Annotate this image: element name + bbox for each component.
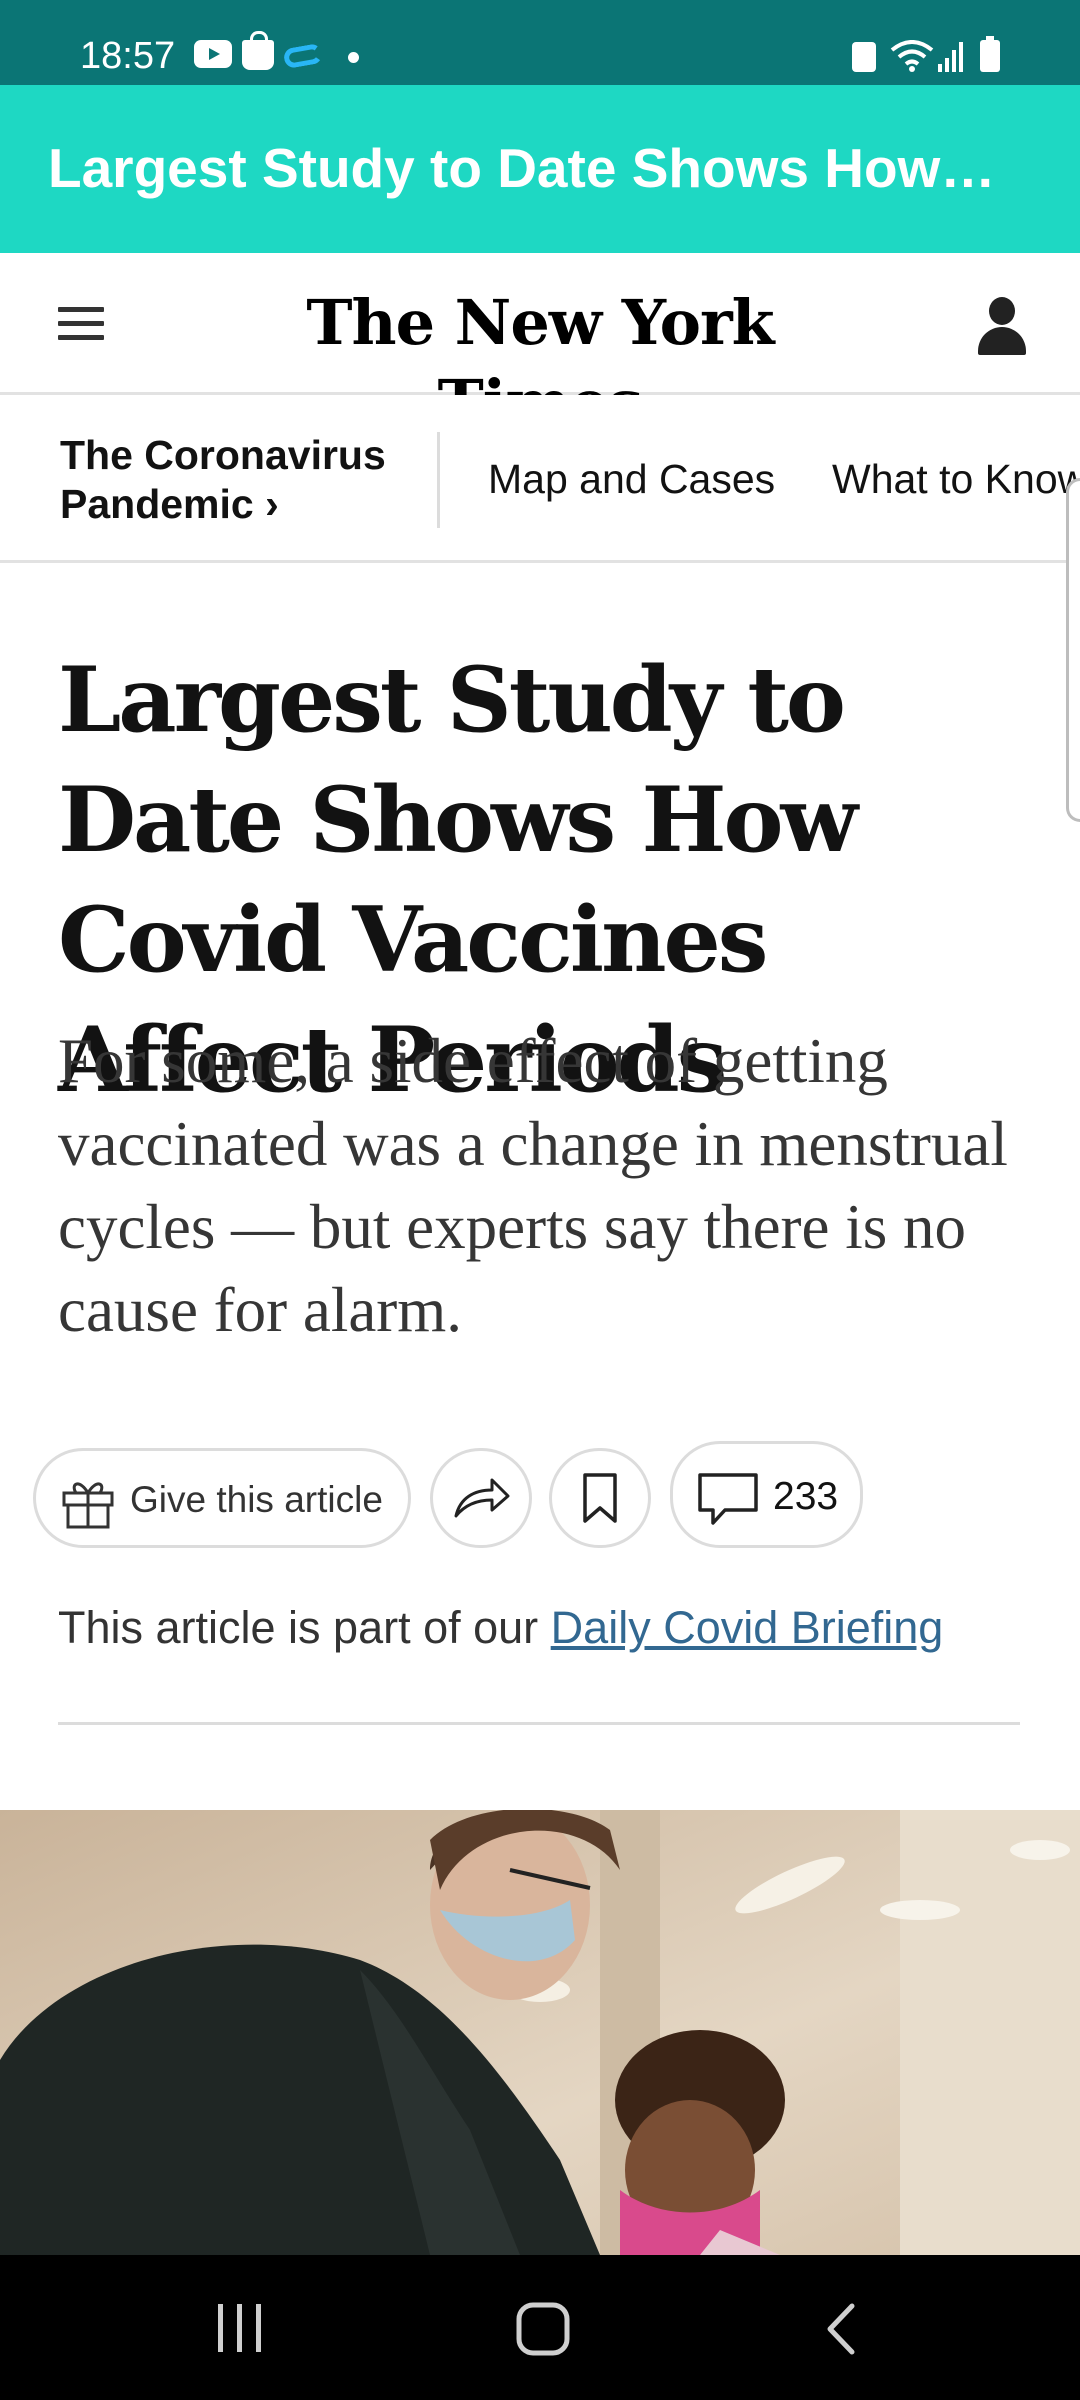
comments-button[interactable]: 233 [670, 1441, 863, 1548]
app-bar-title: Largest Study to Date Shows How… [48, 137, 996, 199]
dot-icon [348, 52, 359, 63]
comment-icon [698, 1473, 758, 1525]
bookmark-icon [583, 1473, 617, 1523]
share-button[interactable] [430, 1448, 532, 1548]
give-article-label: Give this article [130, 1479, 383, 1520]
divider [58, 1722, 1020, 1725]
share-icon [454, 1478, 510, 1518]
system-nav-bar [0, 2255, 1080, 2400]
wifi-icon [890, 40, 934, 72]
daily-covid-briefing-link[interactable]: Daily Covid Briefing [551, 1602, 944, 1653]
give-article-button[interactable]: Give this article [33, 1448, 411, 1548]
scroll-handle[interactable] [1066, 478, 1080, 822]
article-photo-illustration [0, 1810, 1080, 2255]
article-summary: For some, a side effect of getting vacci… [58, 1026, 1008, 1345]
app-bar: Largest Study to Date Shows How… [0, 85, 1080, 253]
hamburger-menu-icon[interactable] [58, 307, 104, 343]
briefing-line: This article is part of our Daily Covid … [58, 1600, 1048, 1656]
home-icon[interactable] [514, 2300, 572, 2358]
gift-icon [62, 1482, 114, 1529]
nav-divider [437, 432, 440, 528]
nav-link-what-to-know[interactable]: What to Know [832, 454, 1080, 504]
signal-icon [938, 42, 963, 72]
status-bar: 18:57 [0, 0, 1080, 85]
shopping-bag-icon [242, 31, 274, 70]
youtube-icon [194, 40, 232, 68]
back-icon[interactable] [820, 2300, 864, 2358]
cloud-icon [282, 42, 324, 70]
recent-apps-icon[interactable] [212, 2300, 268, 2356]
site-header: The New York Times [0, 253, 1080, 439]
briefing-prefix: This article is part of our [58, 1602, 551, 1653]
nav-link-map-and-cases[interactable]: Map and Cases [488, 454, 775, 504]
status-time: 18:57 [80, 35, 176, 77]
user-icon[interactable] [978, 297, 1026, 357]
comment-count: 233 [773, 1475, 839, 1518]
section-label-link[interactable]: The Coronavirus Pandemic › [60, 431, 440, 529]
article-photo [0, 1810, 1080, 2255]
save-button[interactable] [549, 1448, 651, 1548]
section-nav: The Coronavirus Pandemic › Map and Cases… [0, 395, 1080, 563]
sim-icon [852, 42, 876, 72]
battery-icon [980, 36, 1000, 72]
